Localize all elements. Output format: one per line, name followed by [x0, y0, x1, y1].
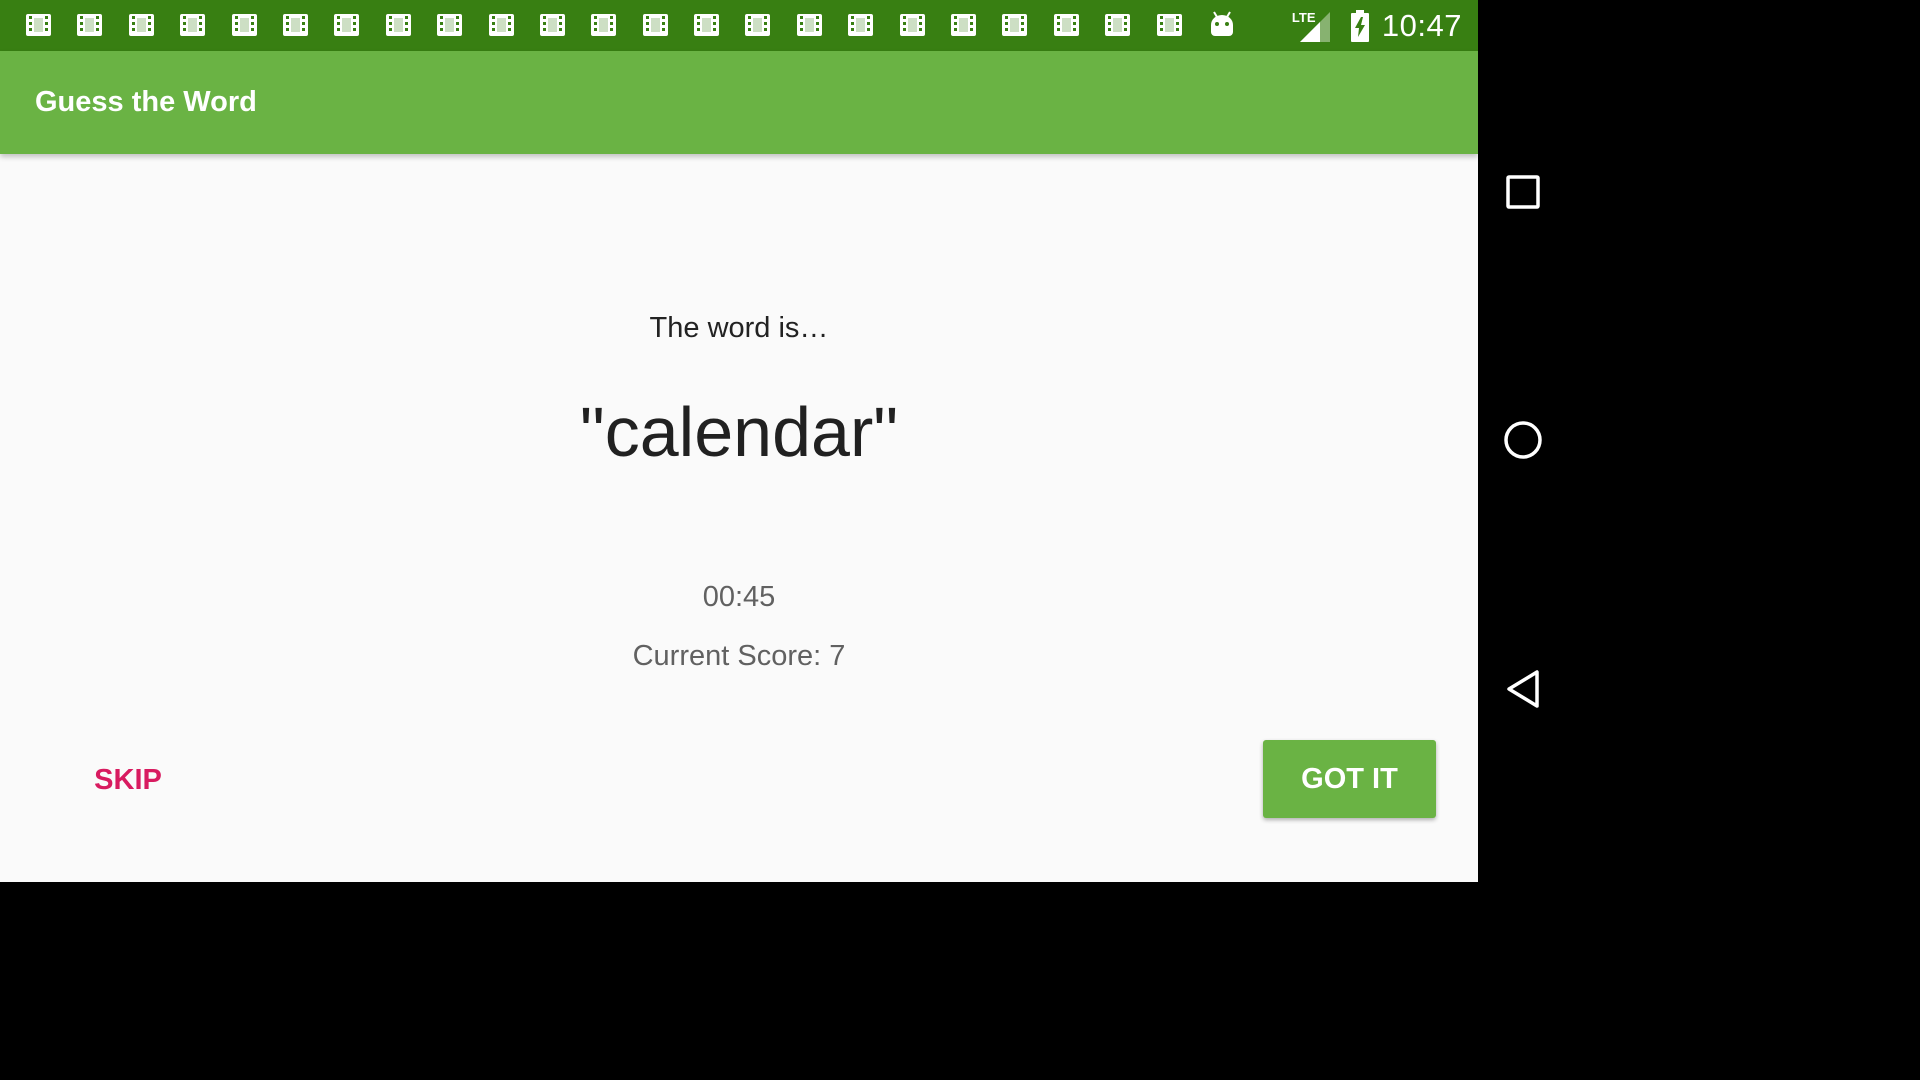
home-icon — [1504, 421, 1542, 459]
current-word: "calendar" — [579, 393, 899, 471]
recents-icon — [1506, 175, 1540, 209]
film-icon — [1156, 14, 1182, 36]
android-icon — [1211, 11, 1233, 36]
app-bar: Guess the Word — [0, 51, 1478, 154]
film-icon — [694, 14, 720, 36]
recents-button[interactable] — [1501, 170, 1545, 214]
film-icon — [539, 14, 565, 36]
score-text: Current Score: 7 — [632, 640, 846, 672]
film-icon — [796, 14, 822, 36]
film-icon — [128, 14, 154, 36]
status-bar: LTE 10:47 — [0, 0, 1478, 51]
film-icon — [77, 14, 103, 36]
film-icon — [385, 14, 411, 36]
film-icon — [180, 14, 206, 36]
film-icon — [488, 14, 514, 36]
got-it-button[interactable]: GOT IT — [1263, 740, 1436, 818]
film-icon — [1053, 14, 1079, 36]
film-icon — [437, 14, 463, 36]
status-clock: 10:47 — [1381, 8, 1462, 43]
film-icon — [848, 14, 874, 36]
film-icon — [1105, 14, 1131, 36]
game-screen: LTE 10:47 Guess the Word The word is… "c… — [0, 0, 1478, 882]
word-prompt: The word is… — [649, 312, 829, 344]
notification-icons — [26, 14, 1208, 38]
timer-text: 00:45 — [702, 581, 776, 613]
back-icon — [1507, 670, 1539, 708]
film-icon — [642, 14, 668, 36]
home-button[interactable] — [1501, 418, 1545, 462]
film-icon — [899, 14, 925, 36]
signal-icon: LTE — [1292, 10, 1332, 42]
back-button[interactable] — [1501, 667, 1545, 711]
film-icon — [282, 14, 308, 36]
film-icon — [591, 14, 617, 36]
film-icon — [1002, 14, 1028, 36]
film-icon — [334, 14, 360, 36]
film-icon — [231, 14, 257, 36]
battery-charging-icon — [1350, 10, 1369, 42]
film-icon — [26, 14, 51, 36]
skip-button[interactable]: SKIP — [78, 748, 178, 812]
app-title: Guess the Word — [35, 86, 257, 118]
film-icon — [745, 14, 771, 36]
navigation-bar — [1478, 0, 1568, 882]
film-icon — [951, 14, 977, 36]
